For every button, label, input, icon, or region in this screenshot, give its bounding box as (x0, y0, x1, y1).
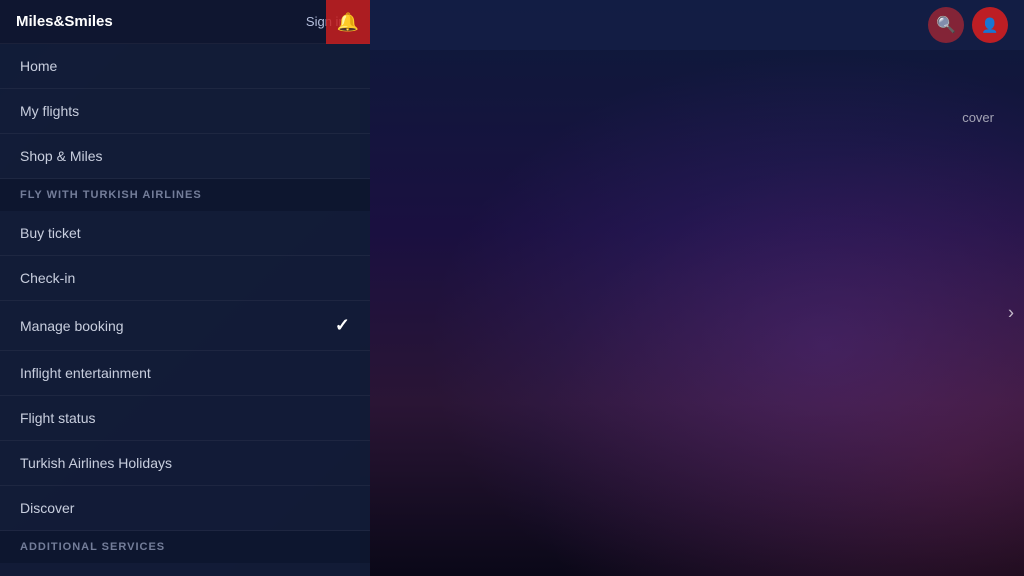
chevron-right-icon[interactable]: › (1008, 303, 1014, 324)
sidebar-item-buy-ticket[interactable]: Buy ticket (0, 211, 370, 256)
sidebar-item-home[interactable]: Home (0, 44, 370, 89)
bell-icon[interactable]: 🔔 (326, 0, 370, 44)
section-additional-label: ADDITIONAL SERVICES (20, 541, 165, 553)
sidebar-item-discover-label: Discover (20, 500, 74, 516)
app-title: Miles&Smiles (16, 13, 113, 30)
app-top-bar: 🔍 👤 (360, 0, 1024, 50)
top-bar-icons: 🔍 👤 (928, 7, 1008, 43)
discover-label: cover (962, 110, 994, 125)
drawer-header: Miles&Smiles Sign in › 🔔 (0, 0, 370, 44)
sidebar-item-manage-booking-label: Manage booking (20, 318, 124, 334)
sidebar-item-my-flights[interactable]: My flights (0, 89, 370, 134)
navigation-drawer: Miles&Smiles Sign in › 🔔 Home My flights… (0, 0, 370, 576)
sidebar-item-home-label: Home (20, 58, 57, 74)
section-additional-header: ADDITIONAL SERVICES (0, 531, 370, 563)
app-content: 🔍 👤 cover › (360, 0, 1024, 576)
sidebar-item-manage-booking[interactable]: Manage booking ✓ (0, 301, 370, 351)
sidebar-item-discover[interactable]: Discover (0, 486, 370, 531)
sidebar-item-check-in[interactable]: Check-in (0, 256, 370, 301)
sidebar-item-flight-status-label: Flight status (20, 410, 95, 426)
profile-icon[interactable]: 👤 (972, 7, 1008, 43)
sidebar-item-shop-miles-label: Shop & Miles (20, 148, 102, 164)
checkmark-icon: ✓ (335, 315, 350, 336)
section-fly-label: FLY WITH TURKISH AIRLINES (20, 189, 202, 201)
sidebar-item-inflight-entertainment[interactable]: Inflight entertainment (0, 351, 370, 396)
sidebar-item-seat-selection[interactable]: Seat selection (0, 563, 370, 576)
sidebar-item-flight-status[interactable]: Flight status (0, 396, 370, 441)
sidebar-item-turkish-airlines-holidays[interactable]: Turkish Airlines Holidays (0, 441, 370, 486)
section-fly-header: FLY WITH TURKISH AIRLINES (0, 179, 370, 211)
sidebar-item-inflight-entertainment-label: Inflight entertainment (20, 365, 151, 381)
sidebar-item-buy-ticket-label: Buy ticket (20, 225, 81, 241)
sidebar-item-my-flights-label: My flights (20, 103, 79, 119)
search-icon[interactable]: 🔍 (928, 7, 964, 43)
sidebar-item-turkish-airlines-holidays-label: Turkish Airlines Holidays (20, 455, 172, 471)
sidebar-item-check-in-label: Check-in (20, 270, 75, 286)
sidebar-item-shop-miles[interactable]: Shop & Miles (0, 134, 370, 179)
